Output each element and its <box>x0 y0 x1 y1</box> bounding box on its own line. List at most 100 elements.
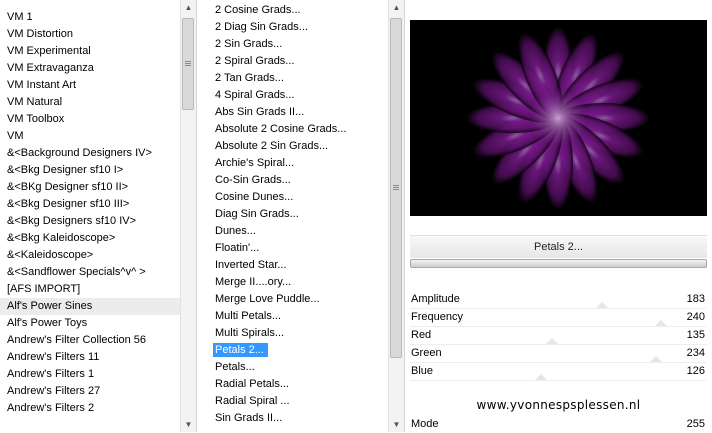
filter-title: Petals 2... <box>410 235 707 258</box>
list-item[interactable]: Multi Spirals... <box>208 325 388 342</box>
list-item-label: Inverted Star... <box>215 259 287 271</box>
list-item[interactable]: Absolute 2 Sin Grads... <box>208 138 388 155</box>
list-item[interactable]: Petals... <box>208 359 388 376</box>
list-item-label: 2 Cosine Grads... <box>215 4 301 16</box>
list-item[interactable]: 2 Sin Grads... <box>208 36 388 53</box>
grip-icon <box>185 61 191 67</box>
scroll-up-icon[interactable]: ▲ <box>389 0 404 15</box>
scroll-down-icon[interactable]: ▼ <box>181 417 196 432</box>
list-item-label: Radial Petals... <box>215 378 289 390</box>
list-item[interactable]: VM Experimental <box>0 43 180 60</box>
list-item[interactable]: Sin Grads II... <box>208 410 388 427</box>
param-value: 240 <box>686 311 705 323</box>
list-item[interactable]: Andrew's Filter Collection 56 <box>0 332 180 349</box>
param-row-green[interactable]: Green 234 <box>410 344 707 363</box>
category-list-items[interactable]: VM 1 VM Distortion VM Experimental VM Extra… <box>0 0 180 432</box>
list-item-label: Absolute 2 Cosine Grads... <box>215 123 347 135</box>
list-item[interactable]: VM Natural <box>0 94 180 111</box>
param-slider[interactable] <box>410 374 677 380</box>
filter-scroll-thumb[interactable] <box>390 18 402 358</box>
list-item-label: Sin Grads II... <box>215 412 283 424</box>
list-item[interactable]: &<Sandflower Specials^v^ > <box>0 264 180 281</box>
list-item[interactable]: Multi Petals... <box>208 308 388 325</box>
list-item[interactable]: 2 Cosine Grads... <box>208 2 388 19</box>
list-item-label: Diag Sin Grads... <box>215 208 299 220</box>
list-item-label: 2 Sin Grads... <box>215 38 283 50</box>
param-row-red[interactable]: Red 135 <box>410 326 707 345</box>
list-item[interactable]: VM Toolbox <box>0 111 180 128</box>
list-item-label: 2 Diag Sin Grads... <box>215 21 308 33</box>
category-scroll-thumb[interactable] <box>182 18 194 110</box>
list-item-label: Abs Sin Grads II... <box>215 106 305 118</box>
list-item[interactable]: Andrew's Filters 2 <box>0 400 180 417</box>
list-item[interactable]: &<Bkg Designers sf10 IV> <box>0 213 180 230</box>
filter-list-scrollbar[interactable]: ▲ ▼ <box>388 0 404 432</box>
list-item[interactable]: Merge II....ory... <box>208 274 388 291</box>
list-item[interactable]: VM Distortion <box>0 26 180 43</box>
list-item[interactable]: Merge Love Puddle... <box>208 291 388 308</box>
list-item[interactable]: 2 Tan Grads... <box>208 70 388 87</box>
list-item-label: Multi Spirals... <box>215 327 285 339</box>
list-item[interactable]: Andrew's Filters 1 <box>0 366 180 383</box>
list-item[interactable]: 2 Spiral Grads... <box>208 53 388 70</box>
param-row-frequency[interactable]: Frequency 240 <box>410 308 707 327</box>
list-item[interactable]: Alf's Power Toys <box>0 315 180 332</box>
param-row-amplitude[interactable]: Amplitude 183 <box>410 290 707 309</box>
list-item[interactable]: Andrew's Filters 27 <box>0 383 180 400</box>
list-item[interactable]: Diag Sin Grads... <box>208 206 388 223</box>
category-list-scrollbar[interactable]: ▲ ▼ <box>180 0 196 432</box>
filter-title-slider[interactable] <box>410 259 707 268</box>
param-value: 135 <box>686 329 705 341</box>
param-value: 255 <box>686 418 705 430</box>
list-item[interactable]: &<Bkg Designer sf10 I> <box>0 162 180 179</box>
scroll-up-icon[interactable]: ▲ <box>181 0 196 15</box>
list-item[interactable]: VM 1 <box>0 9 180 26</box>
list-item[interactable]: &<Bkg Kaleidoscope> <box>0 230 180 247</box>
list-item[interactable]: [AFS IMPORT] <box>0 281 180 298</box>
filter-preview <box>410 20 707 216</box>
list-item[interactable]: VM Extravaganza <box>0 60 180 77</box>
list-item-label: Merge Love Puddle... <box>215 293 320 305</box>
list-item-label: Archie's Spiral... <box>215 157 295 169</box>
list-item[interactable]: Cosine Dunes... <box>208 189 388 206</box>
list-item[interactable]: Dunes... <box>208 223 388 240</box>
list-item-label: Cosine Dunes... <box>215 191 294 203</box>
param-value: 234 <box>686 347 705 359</box>
list-item[interactable]: VM Instant Art <box>0 77 180 94</box>
filter-list[interactable]: 2 Cosine Grads... 2 Diag Sin Grads... 2 Si… <box>208 0 405 432</box>
filter-list-items[interactable]: 2 Cosine Grads... 2 Diag Sin Grads... 2 Si… <box>208 0 388 432</box>
list-item-label: 4 Spiral Grads... <box>215 89 295 101</box>
list-item[interactable]: &<Kaleidoscope> <box>0 247 180 264</box>
list-item[interactable]: Absolute 2 Cosine Grads... <box>208 121 388 138</box>
list-item-label: Merge II....ory... <box>215 276 292 288</box>
list-item-label: Radial Spiral ... <box>215 395 290 407</box>
list-item[interactable]: &<Bkg Designer sf10 III> <box>0 196 180 213</box>
filter-category-list[interactable]: VM 1 VM Distortion VM Experimental VM Extra… <box>0 0 197 432</box>
list-item-label: Absolute 2 Sin Grads... <box>215 140 329 152</box>
list-item-label: Multi Petals... <box>215 310 282 322</box>
list-item[interactable]: Petals 2... <box>208 342 388 359</box>
scroll-down-icon[interactable]: ▼ <box>389 417 404 432</box>
list-item[interactable]: Abs Sin Grads II... <box>208 104 388 121</box>
param-row-mode[interactable]: Mode 255 <box>410 415 707 433</box>
list-item[interactable]: &<Background Designers IV> <box>0 145 180 162</box>
param-value: 183 <box>686 293 705 305</box>
list-item[interactable]: 2 Diag Sin Grads... <box>208 19 388 36</box>
list-item[interactable]: Co-Sin Grads... <box>208 172 388 189</box>
list-item[interactable]: &<BKg Designer sf10 II> <box>0 179 180 196</box>
list-item[interactable]: Radial Spiral ... <box>208 393 388 410</box>
list-item[interactable]: Alf's Power Sines <box>0 298 180 315</box>
list-item[interactable]: VM <box>0 128 180 145</box>
list-item[interactable]: 4 Spiral Grads... <box>208 87 388 104</box>
param-row-blue[interactable]: Blue 126 <box>410 362 707 381</box>
list-item-label: Co-Sin Grads... <box>215 174 291 186</box>
list-item[interactable]: Archie's Spiral... <box>208 155 388 172</box>
list-item[interactable]: Inverted Star... <box>208 257 388 274</box>
list-item[interactable]: Andrew's Filters 11 <box>0 349 180 366</box>
list-item-label: Dunes... <box>215 225 256 237</box>
list-item-label: Petals... <box>215 361 255 373</box>
list-item[interactable]: Radial Petals... <box>208 376 388 393</box>
slider-knob-icon[interactable] <box>534 374 547 380</box>
list-item[interactable]: Floatin'... <box>208 240 388 257</box>
list-item-label: 2 Tan Grads... <box>215 72 284 84</box>
